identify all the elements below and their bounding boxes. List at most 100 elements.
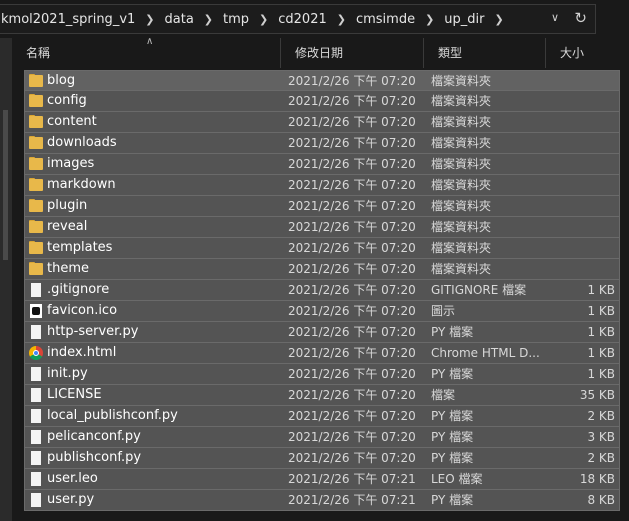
file-modified: 2021/2/26 下午 07:20 [288,241,416,255]
file-row[interactable]: local_publishconf.py 2021/2/26 下午 07:20 PY… [24,406,620,427]
file-type: 檔案資料夾 [431,115,492,129]
file-type: 檔案資料夾 [431,199,492,213]
file-type: PY 檔案 [431,409,474,423]
file-modified: 2021/2/26 下午 07:20 [288,430,416,444]
file-row[interactable]: http-server.py 2021/2/26 下午 07:20 PY 檔案 1 K… [24,322,620,343]
folder-icon [29,178,43,192]
folder-icon [29,241,43,255]
breadcrumb-item[interactable]: kmol2021_spring_v1 ❯ [0,12,157,27]
file-name: favicon.ico [47,303,118,318]
file-row[interactable]: favicon.ico 2021/2/26 下午 07:20 圖示 1 KB [24,301,620,322]
file-row[interactable]: images 2021/2/26 下午 07:20 檔案資料夾 [24,154,620,175]
file-row[interactable]: pelicanconf.py 2021/2/26 下午 07:20 PY 檔案 3 K… [24,427,620,448]
breadcrumb-label[interactable]: up_dir [436,12,492,27]
column-header-row: 名稱 ∧ 修改日期 類型 大小 [12,36,629,68]
file-modified: 2021/2/26 下午 07:20 [288,74,416,88]
file-icon [29,409,43,423]
file-icon [29,493,43,507]
address-bar-area: kmol2021_spring_v1 ❯ data ❯ tmp ❯ cd2021… [0,0,629,38]
file-row[interactable]: templates 2021/2/26 下午 07:20 檔案資料夾 [24,238,620,259]
file-icon [29,325,43,339]
file-name: user.leo [47,471,98,486]
column-header-size[interactable]: 大小 [546,38,629,68]
sort-ascending-icon: ∧ [146,36,154,47]
file-row[interactable]: config 2021/2/26 下午 07:20 檔案資料夾 [24,91,620,112]
column-header-type[interactable]: 類型 [424,38,546,68]
breadcrumb-item[interactable]: tmp ❯ [215,12,270,27]
breadcrumb-label[interactable]: cd2021 [270,12,334,27]
breadcrumb-item[interactable]: cd2021 ❯ [270,12,348,27]
column-header-name-label: 名稱 [26,46,51,60]
chevron-right-icon[interactable]: ❯ [257,13,270,26]
file-name: templates [47,240,113,255]
file-type: PY 檔案 [431,451,474,465]
breadcrumb-label[interactable]: kmol2021_spring_v1 [0,12,143,27]
file-name: reveal [47,219,88,234]
file-type: 檔案 [431,388,456,402]
chevron-right-icon[interactable]: ❯ [335,13,348,26]
file-row[interactable]: .gitignore 2021/2/26 下午 07:20 GITIGNORE 檔案… [24,280,620,301]
file-row[interactable]: plugin 2021/2/26 下午 07:20 檔案資料夾 [24,196,620,217]
file-row[interactable]: user.leo 2021/2/26 下午 07:21 LEO 檔案 18 KB [24,469,620,490]
address-bar[interactable]: kmol2021_spring_v1 ❯ data ❯ tmp ❯ cd2021… [0,4,596,34]
column-header-modified-label: 修改日期 [295,46,344,60]
column-header-modified[interactable]: 修改日期 [281,38,424,68]
file-row[interactable]: blog 2021/2/26 下午 07:20 檔案資料夾 [24,70,620,91]
scrollbar-thumb[interactable] [3,110,8,260]
file-row[interactable]: publishconf.py 2021/2/26 下午 07:20 PY 檔案 2 K… [24,448,620,469]
file-modified: 2021/2/26 下午 07:20 [288,115,416,129]
file-row[interactable]: init.py 2021/2/26 下午 07:20 PY 檔案 1 KB [24,364,620,385]
folder-icon [29,199,43,213]
chevron-right-icon[interactable]: ❯ [143,13,156,26]
file-row[interactable]: theme 2021/2/26 下午 07:20 檔案資料夾 [24,259,620,280]
file-modified: 2021/2/26 下午 07:20 [288,451,416,465]
folder-icon [29,136,43,150]
file-name: plugin [47,198,88,213]
breadcrumb-item[interactable]: up_dir ❯ [436,12,505,27]
file-row[interactable]: index.html 2021/2/26 下午 07:20 Chrome HTML … [24,343,620,364]
breadcrumb-item[interactable]: cmsimde ❯ [348,12,436,27]
file-modified: 2021/2/26 下午 07:21 [288,472,416,486]
chevron-right-icon[interactable]: ❯ [423,13,436,26]
file-name: pelicanconf.py [47,429,141,444]
file-size: 8 KB [587,493,615,507]
file-row[interactable]: downloads 2021/2/26 下午 07:20 檔案資料夾 [24,133,620,154]
breadcrumb-label[interactable]: cmsimde [348,12,423,27]
file-name: theme [47,261,89,276]
file-type: Chrome HTML D... [431,346,539,360]
file-size: 3 KB [587,430,615,444]
folder-icon [29,220,43,234]
file-name: blog [47,73,76,88]
file-modified: 2021/2/26 下午 07:20 [288,367,416,381]
image-icon [29,304,43,318]
file-row[interactable]: user.py 2021/2/26 下午 07:21 PY 檔案 8 KB [24,490,620,511]
file-row[interactable]: LICENSE 2021/2/26 下午 07:20 檔案 35 KB [24,385,620,406]
file-modified: 2021/2/26 下午 07:20 [288,136,416,150]
file-name: markdown [47,177,116,192]
breadcrumb-label[interactable]: data [157,12,202,27]
chevron-right-icon[interactable]: ❯ [492,13,505,26]
refresh-icon[interactable]: ↻ [574,9,587,27]
file-row[interactable]: reveal 2021/2/26 下午 07:20 檔案資料夾 [24,217,620,238]
file-type: PY 檔案 [431,367,474,381]
file-name: images [47,156,95,171]
file-modified: 2021/2/26 下午 07:20 [288,178,416,192]
folder-icon [29,262,43,276]
chevron-right-icon[interactable]: ❯ [202,13,215,26]
file-type: LEO 檔案 [431,472,483,486]
file-type: PY 檔案 [431,493,474,507]
address-history-dropdown-icon[interactable]: ∨ [551,11,559,24]
file-row[interactable]: markdown 2021/2/26 下午 07:20 檔案資料夾 [24,175,620,196]
file-type: 檔案資料夾 [431,262,492,276]
breadcrumb-label[interactable]: tmp [215,12,257,27]
file-type: 檔案資料夾 [431,136,492,150]
file-name: .gitignore [47,282,110,297]
file-type: 檔案資料夾 [431,157,492,171]
breadcrumb-item[interactable]: data ❯ [157,12,216,27]
column-header-name[interactable]: 名稱 ∧ [12,36,281,68]
file-modified: 2021/2/26 下午 07:20 [288,388,416,402]
file-name: index.html [47,345,117,360]
file-modified: 2021/2/26 下午 07:20 [288,304,416,318]
navigation-pane-scrollbar[interactable] [0,38,12,521]
file-row[interactable]: content 2021/2/26 下午 07:20 檔案資料夾 [24,112,620,133]
